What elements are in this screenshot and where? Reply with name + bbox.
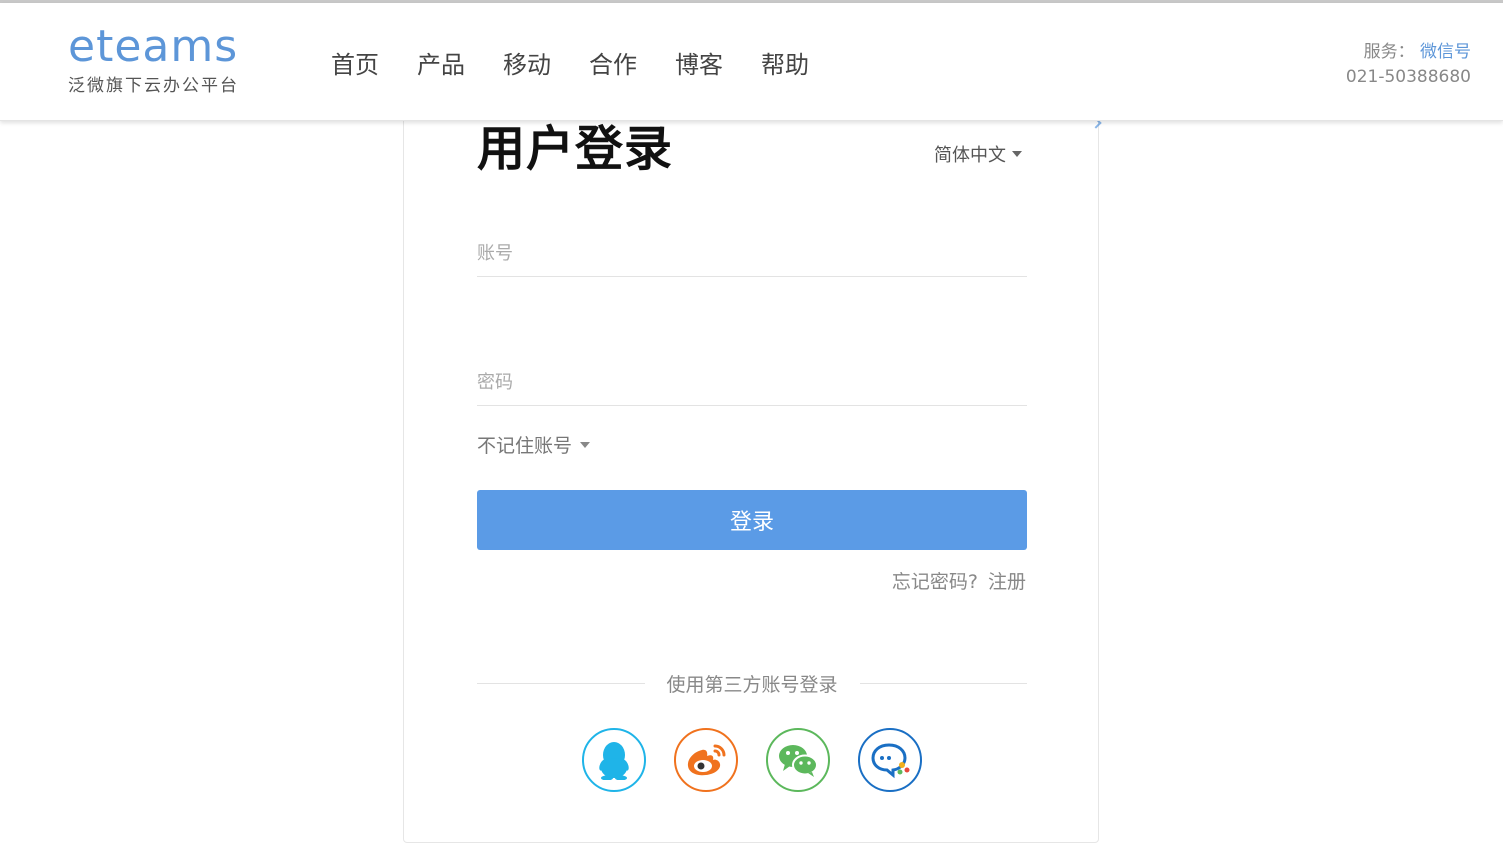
chevron-down-icon [580, 441, 591, 448]
nav-help[interactable]: 帮助 [761, 45, 809, 80]
chevron-down-icon [1012, 151, 1022, 157]
third-party-login-buttons [582, 728, 922, 792]
password-input[interactable] [477, 360, 1027, 405]
account-links: 忘记密码? 注册 [892, 567, 1026, 594]
forgot-password-link[interactable]: 忘记密码? [892, 567, 978, 594]
divider-line-right [859, 682, 1028, 684]
nav-blog[interactable]: 博客 [675, 45, 723, 80]
remember-account-label: 不记住账号 [477, 435, 573, 457]
login-button[interactable]: 登录 [477, 490, 1027, 550]
service-info: 服务： 微信号 021-50388680 [1346, 40, 1471, 90]
nav-products[interactable]: 产品 [417, 45, 465, 80]
service-phone: 021-50388680 [1345, 67, 1471, 87]
divider-line-left [477, 682, 645, 684]
wechat-link[interactable]: 微信号 [1420, 42, 1471, 62]
language-label: 简体中文 [934, 145, 1006, 166]
qq-icon [599, 742, 629, 780]
qq-login-button[interactable] [582, 728, 646, 792]
main-nav: 首页 产品 移动 合作 博客 帮助 [331, 45, 809, 80]
wechat-login-button[interactable] [766, 728, 830, 792]
account-input[interactable] [477, 231, 1027, 276]
nav-partners[interactable]: 合作 [589, 45, 637, 80]
ework-login-button[interactable] [858, 728, 922, 792]
login-card: 用户登录 简体中文 不记住账号 登录 忘记密码? 注册 使用第三方账号登录 [403, 90, 1102, 843]
wechat-icon [779, 745, 818, 777]
third-party-label: 使用第三方账号登录 [666, 673, 838, 696]
password-field [477, 360, 1027, 406]
logo-subtitle: 泛微旗下云办公平台 [68, 76, 239, 96]
third-party-divider: 使用第三方账号登录 [477, 669, 1028, 697]
weibo-login-button[interactable] [674, 728, 738, 792]
remember-account-dropdown[interactable]: 不记住账号 [477, 431, 591, 458]
weibo-icon [687, 744, 726, 776]
site-header: eteams 泛微旗下云办公平台 首页 产品 移动 合作 博客 帮助 服务： 微… [0, 3, 1503, 121]
account-field [477, 231, 1027, 277]
register-link[interactable]: 注册 [988, 567, 1026, 594]
logo-text: eteams [68, 21, 239, 72]
ework-icon [871, 743, 910, 779]
language-selector[interactable]: 简体中文 [934, 141, 1022, 167]
logo[interactable]: eteams 泛微旗下云办公平台 [68, 21, 239, 97]
nav-home[interactable]: 首页 [331, 45, 379, 80]
nav-mobile[interactable]: 移动 [503, 45, 551, 80]
service-label: 服务： [1363, 42, 1415, 62]
